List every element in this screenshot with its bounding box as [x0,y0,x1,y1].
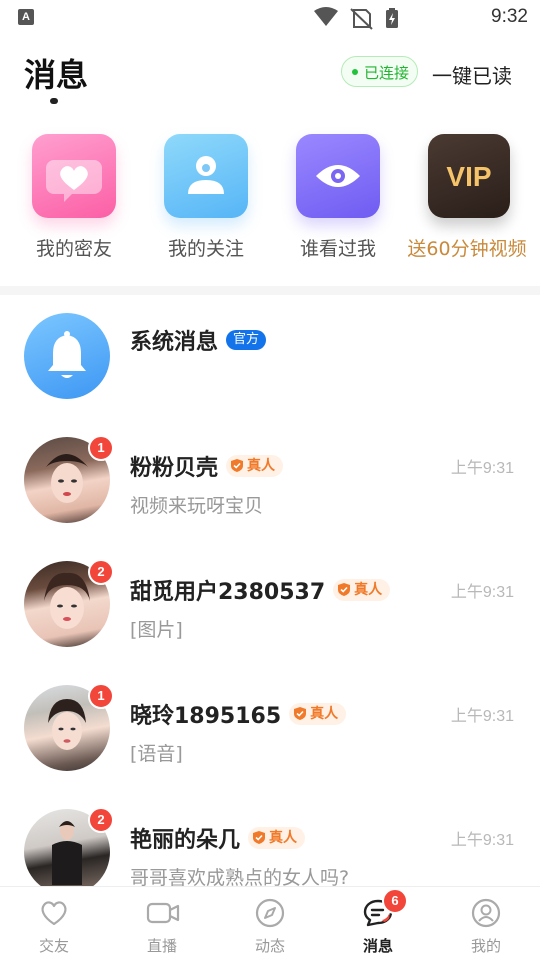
quick-entry-label: 我的密友 [35,238,112,260]
user-icon [471,898,501,928]
no-sim-icon [350,8,373,30]
message-time: 上午9:31 [450,584,514,601]
vip-icon: VIP [446,161,491,192]
system-message-title: 系统消息 官方 [130,324,267,356]
real-tag-label: 真人 [269,830,298,846]
quick-entry-label: 谁看过我 [299,238,376,260]
conversation-row[interactable]: 2 甜觅用户2380537 真人 上午9:31 [图片] [0,548,540,672]
unread-badge: 2 [88,807,114,833]
system-message-name: 系统消息 [130,330,219,355]
system-avatar [24,313,110,399]
nav-item-live[interactable]: 直播 [108,887,216,961]
verified-real-tag: 真人 [226,455,284,477]
nav-label: 消息 [362,937,393,955]
title-indicator [50,98,58,104]
video-camera-icon [146,902,180,924]
verified-real-tag: 真人 [333,579,391,601]
nav-label: 直播 [146,937,177,955]
verified-real-tag: 真人 [289,703,347,725]
message-time: 上午9:31 [450,708,514,725]
bottom-nav: 交友 直播 动态 消息 我的 [0,886,540,961]
nav-message-badge: 6 [382,888,408,914]
nav-item-moments[interactable]: 动态 [216,887,324,961]
bell-icon [48,331,86,378]
conversation-row[interactable]: 1 粉粉贝壳 真人 上午9:31 视频来玩呀宝贝 [0,424,540,548]
mark-all-read-button[interactable]: 一键已读 [432,60,512,89]
nav-label: 我的 [470,937,501,955]
connection-status-label: 已连接 [364,64,410,82]
contact-name-text: 粉粉贝壳 [130,456,219,481]
unread-badge: 2 [88,559,114,585]
quick-entry-following[interactable] [164,134,248,218]
wifi-icon [314,7,338,26]
message-preview: [语音] [130,743,183,765]
shield-check-icon [231,458,244,472]
contact-name-text: 甜觅用户2380537 [130,580,326,605]
contact-name: 晓玲1895165 真人 [130,698,347,730]
person-icon [188,156,224,194]
heart-icon [41,901,67,926]
real-tag-label: 真人 [354,582,383,598]
quick-entry-label-vip: 送60分钟视频 [407,238,527,260]
contact-name-text: 艳丽的朵几 [130,828,241,853]
compass-icon [255,898,285,928]
page-title: 消息 [24,56,89,94]
nav-label: 交友 [38,937,69,955]
quick-entry-vip[interactable]: VIP [428,134,510,218]
battery-icon [386,8,398,28]
conversation-row[interactable]: 1 晓玲1895165 真人 上午9:31 [语音] [0,672,540,796]
contact-name: 粉粉贝壳 真人 [130,450,284,482]
quick-entry-label: 我的关注 [167,238,244,260]
real-tag-label: 真人 [310,706,339,722]
system-message-row[interactable]: 系统消息 官方 [0,300,540,424]
verified-real-tag: 真人 [248,827,306,849]
status-dot [352,69,358,75]
quick-entry-visitors[interactable] [296,134,380,218]
quick-entry-close-friends[interactable] [32,134,116,218]
section-divider [0,286,540,295]
clock: 9:32 [491,6,528,27]
unread-badge: 1 [88,435,114,461]
nav-label: 动态 [254,937,285,955]
status-icons [314,7,398,30]
message-time: 上午9:31 [450,460,514,477]
official-tag: 官方 [226,330,267,350]
app-notification-icon: A [18,9,34,25]
eye-icon [316,165,360,187]
connection-status-badge: 已连接 [341,56,418,87]
nav-item-friends[interactable]: 交友 [0,887,108,961]
shield-check-icon [253,830,266,844]
nav-item-messages[interactable]: 消息 [324,887,432,961]
message-preview: [图片] [130,619,183,641]
contact-name: 艳丽的朵几 真人 [130,822,306,854]
heart-chat-icon [46,160,102,202]
contact-name: 甜觅用户2380537 真人 [130,574,391,606]
message-time: 上午9:31 [450,832,514,849]
status-bar: A 9:32 [0,0,540,36]
unread-badge: 1 [88,683,114,709]
shield-check-icon [294,706,307,720]
real-tag-label: 真人 [247,458,276,474]
shield-check-icon [338,582,351,596]
svg-text:VIP: VIP [446,161,491,192]
message-preview: 视频来玩呀宝贝 [130,495,264,517]
nav-item-me[interactable]: 我的 [432,887,540,961]
contact-name-text: 晓玲1895165 [130,704,282,729]
